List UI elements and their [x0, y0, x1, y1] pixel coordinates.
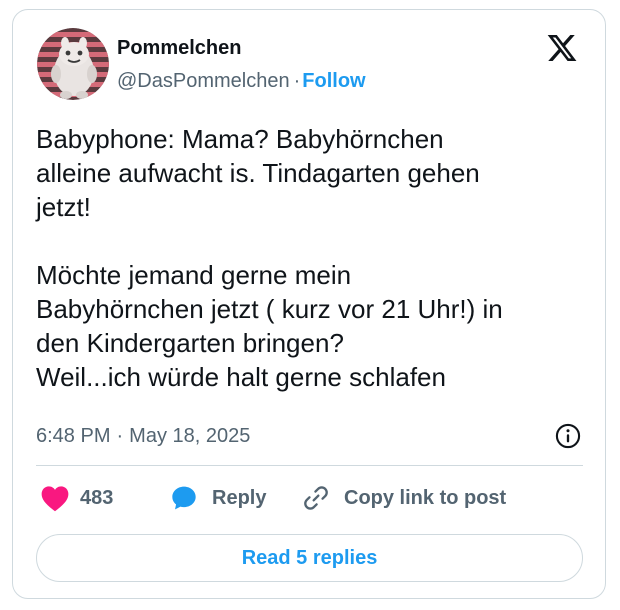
- x-logo-icon[interactable]: [545, 32, 579, 64]
- copy-link-button[interactable]: Copy link to post: [302, 480, 506, 516]
- tweet-line: Babyphone: Mama? Babyhörnchen: [36, 124, 444, 154]
- tweet-line: den Kindergarten bringen?: [36, 328, 344, 358]
- separator-dot: ·: [116, 425, 124, 447]
- author-handle-line: @DasPommelchen · Follow: [117, 70, 366, 93]
- reply-label: Reply: [212, 486, 267, 509]
- tweet-card: Pommelchen @DasPommelchen · Follow Babypho…: [12, 9, 606, 599]
- author-handle[interactable]: @DasPommelchen: [117, 70, 290, 92]
- read-replies-button[interactable]: Read 5 replies: [36, 534, 583, 582]
- tweet-line: jetzt!: [36, 192, 91, 222]
- timestamp[interactable]: 6:48 PM · May 18, 2025: [36, 425, 250, 448]
- like-button[interactable]: 483: [40, 480, 113, 516]
- tweet-line: Babyhörnchen jetzt ( kurz vor 21 Uhr!) i…: [36, 294, 503, 324]
- read-replies-label: Read 5 replies: [241, 546, 378, 569]
- avatar[interactable]: [37, 28, 109, 100]
- pink-monster-avatar-icon: [37, 28, 109, 100]
- speech-bubble-icon: [172, 486, 196, 510]
- reply-button[interactable]: Reply: [170, 480, 266, 516]
- link-icon: [304, 486, 328, 510]
- author-name[interactable]: Pommelchen: [117, 37, 241, 60]
- tweet-line: Möchte jemand gerne mein: [36, 260, 352, 290]
- tweet-text: Babyphone: Mama? Babyhörnchen alleine au…: [36, 122, 596, 394]
- separator-dot: ·: [293, 70, 301, 92]
- info-icon[interactable]: [554, 422, 582, 450]
- tweet-time: 6:48 PM: [36, 425, 111, 447]
- like-count: 483: [80, 486, 114, 509]
- follow-button[interactable]: Follow: [302, 70, 365, 92]
- copy-link-label: Copy link to post: [344, 486, 507, 509]
- tweet-date: May 18, 2025: [129, 425, 251, 447]
- divider: [36, 465, 583, 466]
- heart-icon: [41, 486, 69, 512]
- tweet-line: alleine aufwacht is. Tindagarten gehen: [36, 158, 480, 188]
- tweet-line: Weil...ich würde halt gerne schlafen: [36, 362, 446, 392]
